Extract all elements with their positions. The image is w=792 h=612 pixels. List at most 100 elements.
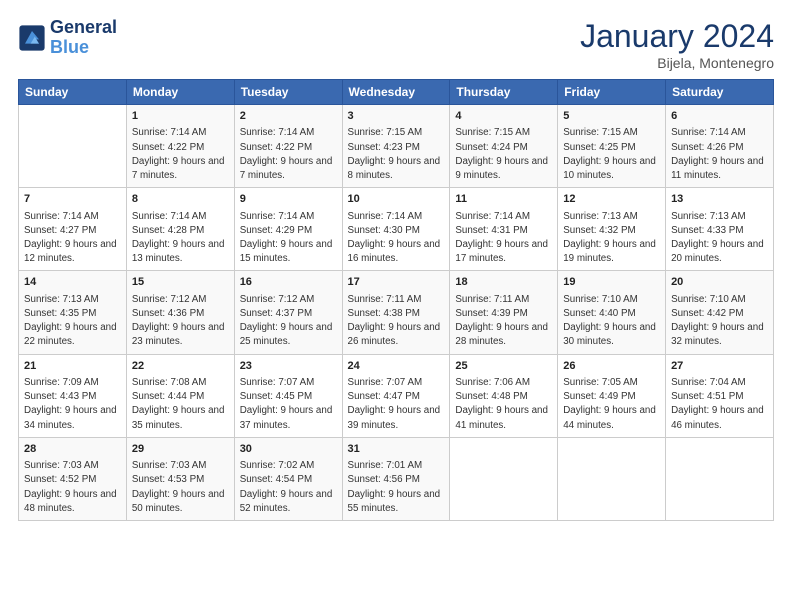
calendar-cell: 17Sunrise: 7:11 AMSunset: 4:38 PMDayligh… <box>342 271 450 354</box>
day-of-week-header: Tuesday <box>234 80 342 105</box>
day-info: Sunrise: 7:14 AMSunset: 4:26 PMDaylight:… <box>671 126 768 183</box>
day-number: 29 <box>132 442 229 457</box>
day-info: Sunrise: 7:03 AMSunset: 4:53 PMDaylight:… <box>132 459 229 516</box>
day-number: 9 <box>240 192 337 207</box>
calendar-cell <box>450 437 558 520</box>
calendar-cell: 19Sunrise: 7:10 AMSunset: 4:40 PMDayligh… <box>558 271 666 354</box>
day-number: 20 <box>671 275 768 290</box>
day-info: Sunrise: 7:14 AMSunset: 4:28 PMDaylight:… <box>132 210 229 267</box>
calendar-cell: 28Sunrise: 7:03 AMSunset: 4:52 PMDayligh… <box>19 437 127 520</box>
day-number: 21 <box>24 359 121 374</box>
day-of-week-header: Sunday <box>19 80 127 105</box>
day-info: Sunrise: 7:14 AMSunset: 4:30 PMDaylight:… <box>348 210 445 267</box>
day-number: 12 <box>563 192 660 207</box>
day-number: 31 <box>348 442 445 457</box>
day-number: 1 <box>132 109 229 124</box>
day-number: 24 <box>348 359 445 374</box>
day-of-week-header: Monday <box>126 80 234 105</box>
calendar-cell: 23 Sunrise: 7:07 AMSunset: 4:45 PMDayligh… <box>234 354 342 437</box>
calendar-week-row: 7Sunrise: 7:14 AMSunset: 4:27 PMDaylight… <box>19 188 774 271</box>
day-info: Sunrise: 7:09 AMSunset: 4:43 PMDaylight:… <box>24 376 121 433</box>
calendar-cell: 3Sunrise: 7:15 AMSunset: 4:23 PMDaylight… <box>342 105 450 188</box>
day-info: Sunrise: 7:02 AMSunset: 4:54 PMDaylight:… <box>240 459 337 516</box>
calendar-cell: 4 Sunrise: 7:15 AMSunset: 4:24 PMDaylight… <box>450 105 558 188</box>
day-info: Sunrise: 7:12 AMSunset: 4:36 PMDaylight:… <box>132 293 229 350</box>
calendar-cell: 2Sunrise: 7:14 AMSunset: 4:22 PMDaylight… <box>234 105 342 188</box>
day-number: 27 <box>671 359 768 374</box>
month-title: January 2024 <box>580 18 774 55</box>
day-number: 6 <box>671 109 768 124</box>
calendar-cell: 30 Sunrise: 7:02 AMSunset: 4:54 PMDayligh… <box>234 437 342 520</box>
calendar-cell: 15Sunrise: 7:12 AMSunset: 4:36 PMDayligh… <box>126 271 234 354</box>
calendar-cell: 10 Sunrise: 7:14 AMSunset: 4:30 PMDayligh… <box>342 188 450 271</box>
calendar-cell <box>558 437 666 520</box>
calendar-cell: 11Sunrise: 7:14 AMSunset: 4:31 PMDayligh… <box>450 188 558 271</box>
calendar-cell: 22Sunrise: 7:08 AMSunset: 4:44 PMDayligh… <box>126 354 234 437</box>
calendar-week-row: 21 Sunrise: 7:09 AMSunset: 4:43 PMDayligh… <box>19 354 774 437</box>
day-info: Sunrise: 7:11 AMSunset: 4:39 PMDaylight:… <box>455 293 552 350</box>
logo: General Blue <box>18 18 117 58</box>
day-number: 30 <box>240 442 337 457</box>
day-of-week-header: Saturday <box>666 80 774 105</box>
day-info: Sunrise: 7:13 AMSunset: 4:32 PMDaylight:… <box>563 210 660 267</box>
day-info: Sunrise: 7:08 AMSunset: 4:44 PMDaylight:… <box>132 376 229 433</box>
calendar-cell: 1 Sunrise: 7:14 AMSunset: 4:22 PMDaylight… <box>126 105 234 188</box>
calendar-cell: 5 Sunrise: 7:15 AMSunset: 4:25 PMDaylight… <box>558 105 666 188</box>
calendar-table: SundayMondayTuesdayWednesdayThursdayFrid… <box>18 79 774 521</box>
calendar-cell: 16 Sunrise: 7:12 AMSunset: 4:37 PMDayligh… <box>234 271 342 354</box>
day-number: 10 <box>348 192 445 207</box>
day-number: 13 <box>671 192 768 207</box>
day-number: 4 <box>455 109 552 124</box>
calendar-header-row: SundayMondayTuesdayWednesdayThursdayFrid… <box>19 80 774 105</box>
day-number: 19 <box>563 275 660 290</box>
header-row: General Blue January 2024 Bijela, Monten… <box>18 18 774 71</box>
day-info: Sunrise: 7:15 AMSunset: 4:25 PMDaylight:… <box>563 126 660 183</box>
day-number: 8 <box>132 192 229 207</box>
day-info: Sunrise: 7:13 AMSunset: 4:33 PMDaylight:… <box>671 210 768 267</box>
calendar-cell: 6 Sunrise: 7:14 AMSunset: 4:26 PMDaylight… <box>666 105 774 188</box>
day-number: 16 <box>240 275 337 290</box>
day-info: Sunrise: 7:14 AMSunset: 4:22 PMDaylight:… <box>132 126 229 183</box>
logo-line2: Blue <box>50 37 89 57</box>
calendar-week-row: 1 Sunrise: 7:14 AMSunset: 4:22 PMDaylight… <box>19 105 774 188</box>
day-of-week-header: Friday <box>558 80 666 105</box>
calendar-cell: 8 Sunrise: 7:14 AMSunset: 4:28 PMDaylight… <box>126 188 234 271</box>
logo-line1: General <box>50 18 117 38</box>
logo-icon <box>18 24 46 52</box>
day-of-week-header: Thursday <box>450 80 558 105</box>
calendar-cell: 27 Sunrise: 7:04 AMSunset: 4:51 PMDayligh… <box>666 354 774 437</box>
calendar-cell: 21 Sunrise: 7:09 AMSunset: 4:43 PMDayligh… <box>19 354 127 437</box>
calendar-week-row: 14 Sunrise: 7:13 AMSunset: 4:35 PMDayligh… <box>19 271 774 354</box>
calendar-cell <box>666 437 774 520</box>
day-of-week-header: Wednesday <box>342 80 450 105</box>
location-subtitle: Bijela, Montenegro <box>580 55 774 71</box>
day-number: 25 <box>455 359 552 374</box>
day-number: 17 <box>348 275 445 290</box>
day-info: Sunrise: 7:07 AMSunset: 4:47 PMDaylight:… <box>348 376 445 433</box>
calendar-cell: 7Sunrise: 7:14 AMSunset: 4:27 PMDaylight… <box>19 188 127 271</box>
day-number: 26 <box>563 359 660 374</box>
calendar-week-row: 28Sunrise: 7:03 AMSunset: 4:52 PMDayligh… <box>19 437 774 520</box>
day-info: Sunrise: 7:04 AMSunset: 4:51 PMDaylight:… <box>671 376 768 433</box>
day-info: Sunrise: 7:15 AMSunset: 4:24 PMDaylight:… <box>455 126 552 183</box>
day-info: Sunrise: 7:07 AMSunset: 4:45 PMDaylight:… <box>240 376 337 433</box>
calendar-cell <box>19 105 127 188</box>
day-number: 3 <box>348 109 445 124</box>
day-number: 23 <box>240 359 337 374</box>
day-number: 7 <box>24 192 121 207</box>
day-info: Sunrise: 7:12 AMSunset: 4:37 PMDaylight:… <box>240 293 337 350</box>
day-info: Sunrise: 7:10 AMSunset: 4:42 PMDaylight:… <box>671 293 768 350</box>
calendar-cell: 20 Sunrise: 7:10 AMSunset: 4:42 PMDayligh… <box>666 271 774 354</box>
day-number: 5 <box>563 109 660 124</box>
logo-text: General Blue <box>50 18 117 58</box>
day-number: 14 <box>24 275 121 290</box>
calendar-cell: 14 Sunrise: 7:13 AMSunset: 4:35 PMDayligh… <box>19 271 127 354</box>
day-info: Sunrise: 7:14 AMSunset: 4:31 PMDaylight:… <box>455 210 552 267</box>
day-info: Sunrise: 7:13 AMSunset: 4:35 PMDaylight:… <box>24 293 121 350</box>
day-number: 2 <box>240 109 337 124</box>
day-info: Sunrise: 7:03 AMSunset: 4:52 PMDaylight:… <box>24 459 121 516</box>
calendar-cell: 31Sunrise: 7:01 AMSunset: 4:56 PMDayligh… <box>342 437 450 520</box>
day-info: Sunrise: 7:06 AMSunset: 4:48 PMDaylight:… <box>455 376 552 433</box>
title-block: January 2024 Bijela, Montenegro <box>580 18 774 71</box>
calendar-container: General Blue January 2024 Bijela, Monten… <box>0 0 792 531</box>
